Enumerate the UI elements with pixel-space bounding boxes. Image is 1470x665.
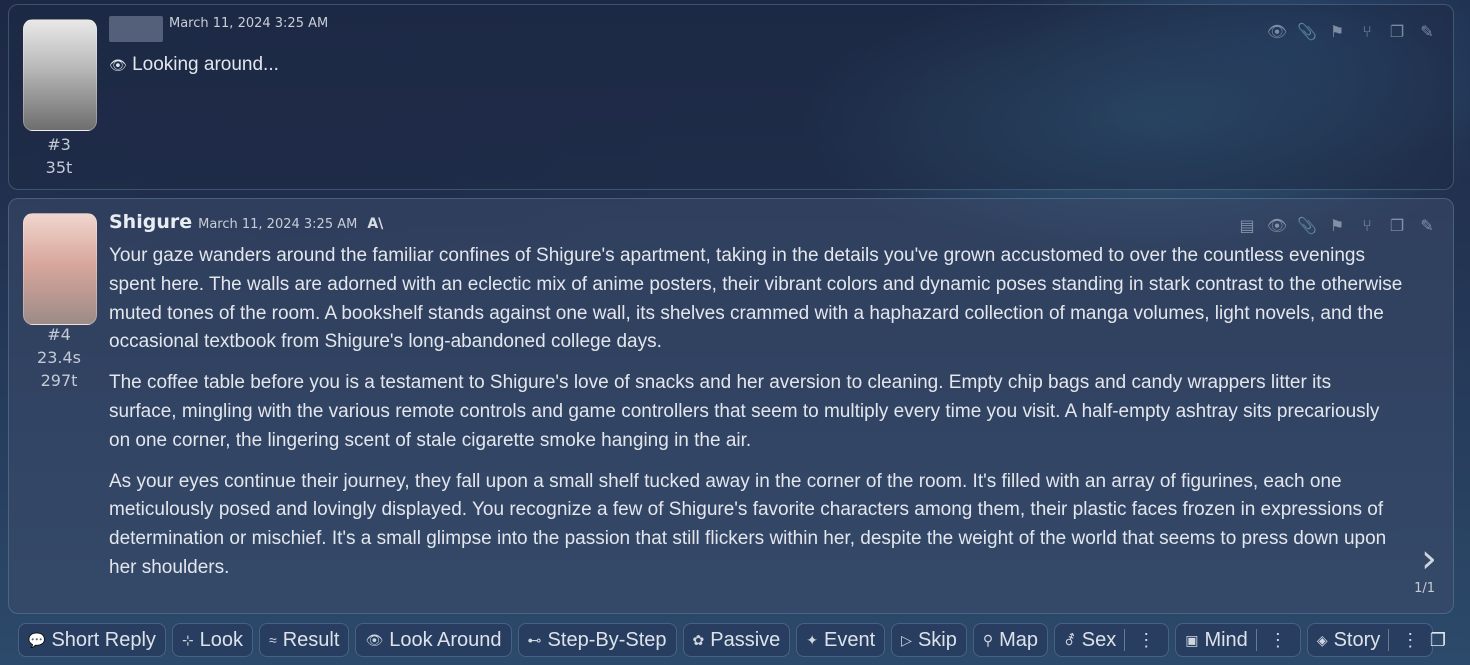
square-icon[interactable]: ▣ [1185,632,1198,649]
copy-icon[interactable]: ❐ [1385,19,1409,43]
flag-icon[interactable]: ⚑ [1325,213,1349,237]
message-actions: 👁 📎 ⚑ ⑂ ❐ ✎ [1265,19,1439,43]
paperclip-icon[interactable]: 📎 [1295,213,1319,237]
gender-icon[interactable]: ⚦ [1064,632,1076,649]
quick-reply-menu-icon[interactable]: ❐ [1421,623,1455,657]
quick-reply-event[interactable]: ✦ Event [796,623,886,657]
quick-reply-skip[interactable]: ▷ Skip [891,623,967,657]
model-badge-icon: A\ [367,216,384,232]
divider [1255,629,1257,651]
quick-reply-result[interactable]: ≈ Result [259,623,350,657]
token-count: 35t [45,158,73,177]
quick-reply-mind[interactable]: Mind [1204,629,1247,652]
more-options-icon[interactable]: ⋮ [1133,630,1159,651]
message-paragraph: Your gaze wanders around the familiar co… [109,245,1403,353]
flag-icon[interactable]: ⚑ [1325,19,1349,43]
character-avatar[interactable] [23,213,97,325]
quick-reply-label: Map [999,628,1039,651]
diamond-icon[interactable]: ◈ [1317,632,1328,649]
message-body: Looking around... [132,54,279,75]
character-name: Shigure [109,211,193,233]
crosshair-icon: ⊹ [181,631,194,648]
message-paragraph: The coffee table before you is a testame… [109,372,1380,451]
quick-reply-label: Short Reply [51,628,156,651]
message-id: #4 [47,325,71,344]
message-id: #3 [47,135,71,154]
message-header: Shigure March 11, 2024 3:25 AM A\ [109,211,383,233]
eye-icon: 👁 [365,631,384,648]
prompt-icon[interactable]: ▤ [1235,213,1259,237]
quick-reply-step-by-step[interactable]: ⊷ Step-By-Step [517,623,677,657]
message-text: Your gaze wanders around the familiar co… [109,242,1403,595]
quick-reply-label: Event [824,628,876,651]
timestamp: March 11, 2024 3:25 AM [198,217,358,232]
quick-reply-story[interactable]: Story [1334,629,1381,652]
quick-reply-group-1: ⚦ Sex ⋮ [1054,623,1170,657]
quick-reply-label: Passive [710,628,781,651]
divider [1124,629,1126,651]
paperclip-icon[interactable]: 📎 [1295,19,1319,43]
approx-icon: ≈ [269,632,277,648]
quick-reply-group-2: ▣ Mind ⋮ [1175,623,1301,657]
swipe-counter: 1/1 [1414,581,1435,596]
branch-icon[interactable]: ⑂ [1355,213,1379,237]
quick-reply-label: Look Around [389,628,502,651]
quick-reply-label: Look [199,628,244,651]
token-count: 297t [40,371,78,390]
pencil-icon[interactable]: ✎ [1415,213,1439,237]
quick-reply-passive[interactable]: ✿ Passive [682,623,791,657]
message-meta: #3 35t [9,133,109,179]
eye-icon[interactable]: 👁 [1265,213,1289,237]
quick-reply-group-3: ◈ Story ⋮ [1306,623,1434,657]
quick-reply-sex[interactable]: Sex [1082,629,1116,652]
quick-reply-look-around[interactable]: 👁 Look Around [355,623,512,657]
message-paragraph: As your eyes continue their journey, the… [109,470,1387,578]
chat-message-4: #4 23.4s 297t Shigure March 11, 2024 3:2… [8,198,1454,614]
quick-reply-label: Skip [917,628,957,651]
quick-reply-bar: 💬 Short Reply ⊹ Look ≈ Result 👁 Look Aro… [8,616,1463,664]
quick-reply-label: Step-By-Step [547,628,667,651]
timestamp: March 11, 2024 3:25 AM [169,16,329,31]
copy-icon[interactable]: ❐ [1385,213,1409,237]
message-text: 👁 Looking around... [109,51,1403,80]
eye-icon: 👁 [109,57,127,73]
quick-reply-map[interactable]: ⚲ Map [972,623,1049,657]
user-avatar[interactable] [23,19,97,131]
quick-reply-label: Result [282,628,340,651]
message-header: March 11, 2024 3:25 AM [109,16,328,42]
more-options-icon[interactable]: ⋮ [1265,630,1291,651]
key-icon: ⊷ [527,631,542,648]
divider [1388,629,1390,651]
message-actions: ▤ 👁 📎 ⚑ ⑂ ❐ ✎ [1235,213,1439,237]
user-name [109,16,163,42]
more-options-icon[interactable]: ⋮ [1397,630,1423,651]
chat-message-3: #3 35t March 11, 2024 3:25 AM 👁 📎 ⚑ ⑂ ❐ … [8,4,1454,190]
play-icon: ▷ [901,631,912,648]
swipe-right-chevron-icon[interactable]: › [1421,539,1437,579]
pin-icon: ⚲ [982,631,994,648]
generation-time: 23.4s [37,348,81,367]
flower-icon: ✿ [692,631,705,648]
branch-icon[interactable]: ⑂ [1355,19,1379,43]
chat-bubbles-icon: 💬 [28,631,46,648]
pencil-icon[interactable]: ✎ [1415,19,1439,43]
quick-reply-short-reply[interactable]: 💬 Short Reply [18,623,166,657]
sparkle-icon: ✦ [806,631,818,648]
quick-reply-look[interactable]: ⊹ Look [171,623,254,657]
eye-icon[interactable]: 👁 [1265,19,1289,43]
message-meta: #4 23.4s 297t [9,323,109,392]
